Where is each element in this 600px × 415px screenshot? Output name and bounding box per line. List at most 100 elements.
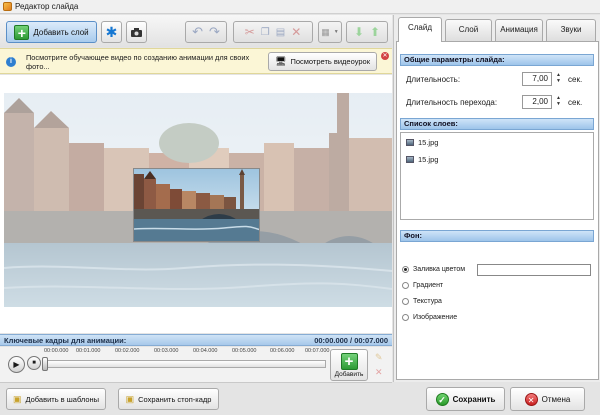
save-freeze-frame-label: Сохранить стоп-кадр — [138, 394, 212, 404]
tick-label: 00:04.000 — [193, 348, 218, 354]
slide-params-header: Общие параметры слайда: — [400, 54, 594, 66]
move-down-icon[interactable]: ⬇ — [354, 25, 364, 39]
radio-dot — [402, 314, 409, 321]
transition-label: Длительность перехода: — [406, 98, 498, 107]
edit-keyframe-icon[interactable]: ✎ — [375, 352, 383, 363]
cancel-button[interactable]: ✕ Отмена — [510, 387, 585, 411]
stop-icon: ■ — [32, 360, 36, 366]
add-keyframe-button[interactable]: + Добавить — [330, 349, 368, 381]
timeline-track[interactable] — [44, 360, 326, 368]
keyframes-time: 00:00.000 / 00:07.000 — [314, 335, 388, 345]
watch-tutorial-label: Посмотреть видеоурок — [290, 57, 370, 66]
app-icon — [3, 2, 12, 11]
delete-keyframe-icon[interactable]: ✕ — [375, 367, 383, 378]
radio-label: Градиент — [413, 282, 444, 289]
play-button[interactable]: ▶ — [8, 356, 25, 373]
tab-bar: Слайд Слой Анимация Звуки — [396, 17, 599, 42]
notice-text: Посмотрите обучающее видео по созданию а… — [26, 53, 250, 71]
radio-dot — [402, 282, 409, 289]
selected-layer-image[interactable] — [133, 168, 260, 242]
grid-icon: ▦ — [321, 26, 330, 37]
delete-icon[interactable]: ✕ — [291, 25, 301, 39]
stop-button[interactable]: ■ — [27, 356, 41, 370]
radio-dot — [402, 298, 409, 305]
color-picker[interactable] — [477, 264, 591, 276]
tab-content: Общие параметры слайда: Длительность: 7,… — [396, 41, 599, 380]
camera-icon — [131, 27, 142, 37]
add-layer-label: Добавить слой — [33, 27, 89, 37]
layer-name: 15.jpg — [418, 138, 439, 147]
layers-list[interactable]: 15.jpg 15.jpg — [400, 132, 594, 220]
asterisk-icon: ✱ — [105, 23, 118, 40]
close-icon[interactable]: ✕ — [381, 52, 389, 60]
add-layer-button[interactable]: + Добавить слой — [6, 21, 97, 43]
undo-icon[interactable]: ↶ — [192, 24, 203, 40]
radio-dot — [402, 266, 409, 273]
layers-header: Список слоев: — [400, 118, 594, 130]
properties-panel: Слайд Слой Анимация Звуки Общие параметр… — [393, 15, 600, 382]
tab-animation[interactable]: Анимация — [495, 19, 543, 41]
transition-stepper[interactable]: ▲ ▼ — [554, 95, 563, 109]
tick-label: 00:01.000 — [76, 348, 101, 354]
align-dropdown-button[interactable]: ▦ ▼ — [318, 21, 342, 43]
add-to-templates-button[interactable]: ▣ Добавить в шаблоны — [6, 388, 106, 410]
info-icon: i — [6, 57, 16, 67]
edit-group: ✂ ❐ ▤ ✕ — [233, 21, 313, 43]
effects-button[interactable]: ✱ — [101, 21, 122, 43]
duration-input[interactable]: 7,00 — [522, 72, 552, 86]
radio-fill-color[interactable]: Заливка цветом — [402, 266, 465, 273]
radio-label: Текстура — [413, 298, 442, 305]
tick-label: 00:00.000 — [44, 348, 69, 354]
add-keyframe-label: Добавить — [334, 370, 364, 378]
tick-label: 00:06.000 — [270, 348, 295, 354]
close-icon: ✕ — [524, 392, 538, 406]
cut-icon[interactable]: ✂ — [245, 25, 255, 39]
undo-redo-group: ↶ ↷ — [185, 21, 227, 43]
tutorial-notice: i Посмотрите обучающее видео по созданию… — [0, 48, 392, 74]
tick-label: 00:05.000 — [232, 348, 257, 354]
transition-input[interactable]: 2,00 — [522, 95, 552, 109]
keyframes-title: Ключевые кадры для анимации: — [4, 335, 127, 345]
add-to-templates-label: Добавить в шаблоны — [25, 394, 100, 404]
radio-texture[interactable]: Текстура — [402, 298, 442, 305]
transition-unit: сек. — [568, 98, 583, 107]
layer-name: 15.jpg — [418, 155, 439, 164]
duration-stepper[interactable]: ▲ ▼ — [554, 72, 563, 86]
check-icon: ✓ — [435, 392, 449, 406]
window-title: Редактор слайда — [15, 2, 79, 11]
radio-image[interactable]: Изображение — [402, 314, 457, 321]
tab-slide[interactable]: Слайд — [398, 17, 442, 42]
radio-gradient[interactable]: Градиент — [402, 282, 443, 289]
template-icon: ▣ — [12, 393, 22, 404]
toolbar: + Добавить слой ✱ ↶ ↷ ✂ ❐ ▤ ✕ ▦ ▼ ⬇ ⬆ — [0, 15, 392, 47]
picture-icon: ▣ — [125, 393, 135, 404]
list-item[interactable]: 15.jpg — [406, 138, 438, 147]
tab-sounds[interactable]: Звуки — [546, 19, 596, 41]
save-freeze-frame-button[interactable]: ▣ Сохранить стоп-кадр — [118, 388, 219, 410]
tick-label: 00:02.000 — [115, 348, 140, 354]
monitor-icon: 🖥 — [275, 56, 287, 66]
redo-icon[interactable]: ↷ — [209, 24, 220, 40]
save-button[interactable]: ✓ Сохранить — [426, 387, 505, 411]
copy-icon[interactable]: ❐ — [261, 27, 270, 38]
watch-tutorial-button[interactable]: 🖥 Посмотреть видеоурок — [268, 52, 377, 71]
timeline: ▶ ■ 00:00.000 00:01.000 00:02.000 00:03.… — [0, 347, 392, 383]
save-label: Сохранить — [452, 394, 496, 404]
paste-icon[interactable]: ▤ — [276, 27, 285, 38]
tick-label: 00:03.000 — [154, 348, 179, 354]
move-up-icon[interactable]: ⬆ — [370, 25, 380, 39]
radio-label: Изображение — [413, 314, 458, 321]
image-icon — [406, 156, 414, 163]
tab-layer[interactable]: Слой — [445, 19, 492, 41]
text-layer-button[interactable] — [126, 21, 147, 43]
timeline-scrubber[interactable] — [42, 357, 48, 371]
image-icon — [406, 139, 414, 146]
order-group: ⬇ ⬆ — [346, 21, 388, 43]
slide-canvas[interactable] — [0, 75, 392, 333]
keyframes-header: Ключевые кадры для анимации: 00:00.000 /… — [0, 334, 392, 346]
list-item[interactable]: 15.jpg — [406, 155, 438, 164]
chevron-down-icon: ▼ — [333, 29, 339, 35]
play-icon: ▶ — [13, 360, 20, 369]
plus-icon: + — [340, 352, 358, 370]
tick-label: 00:07.000 — [305, 348, 330, 354]
